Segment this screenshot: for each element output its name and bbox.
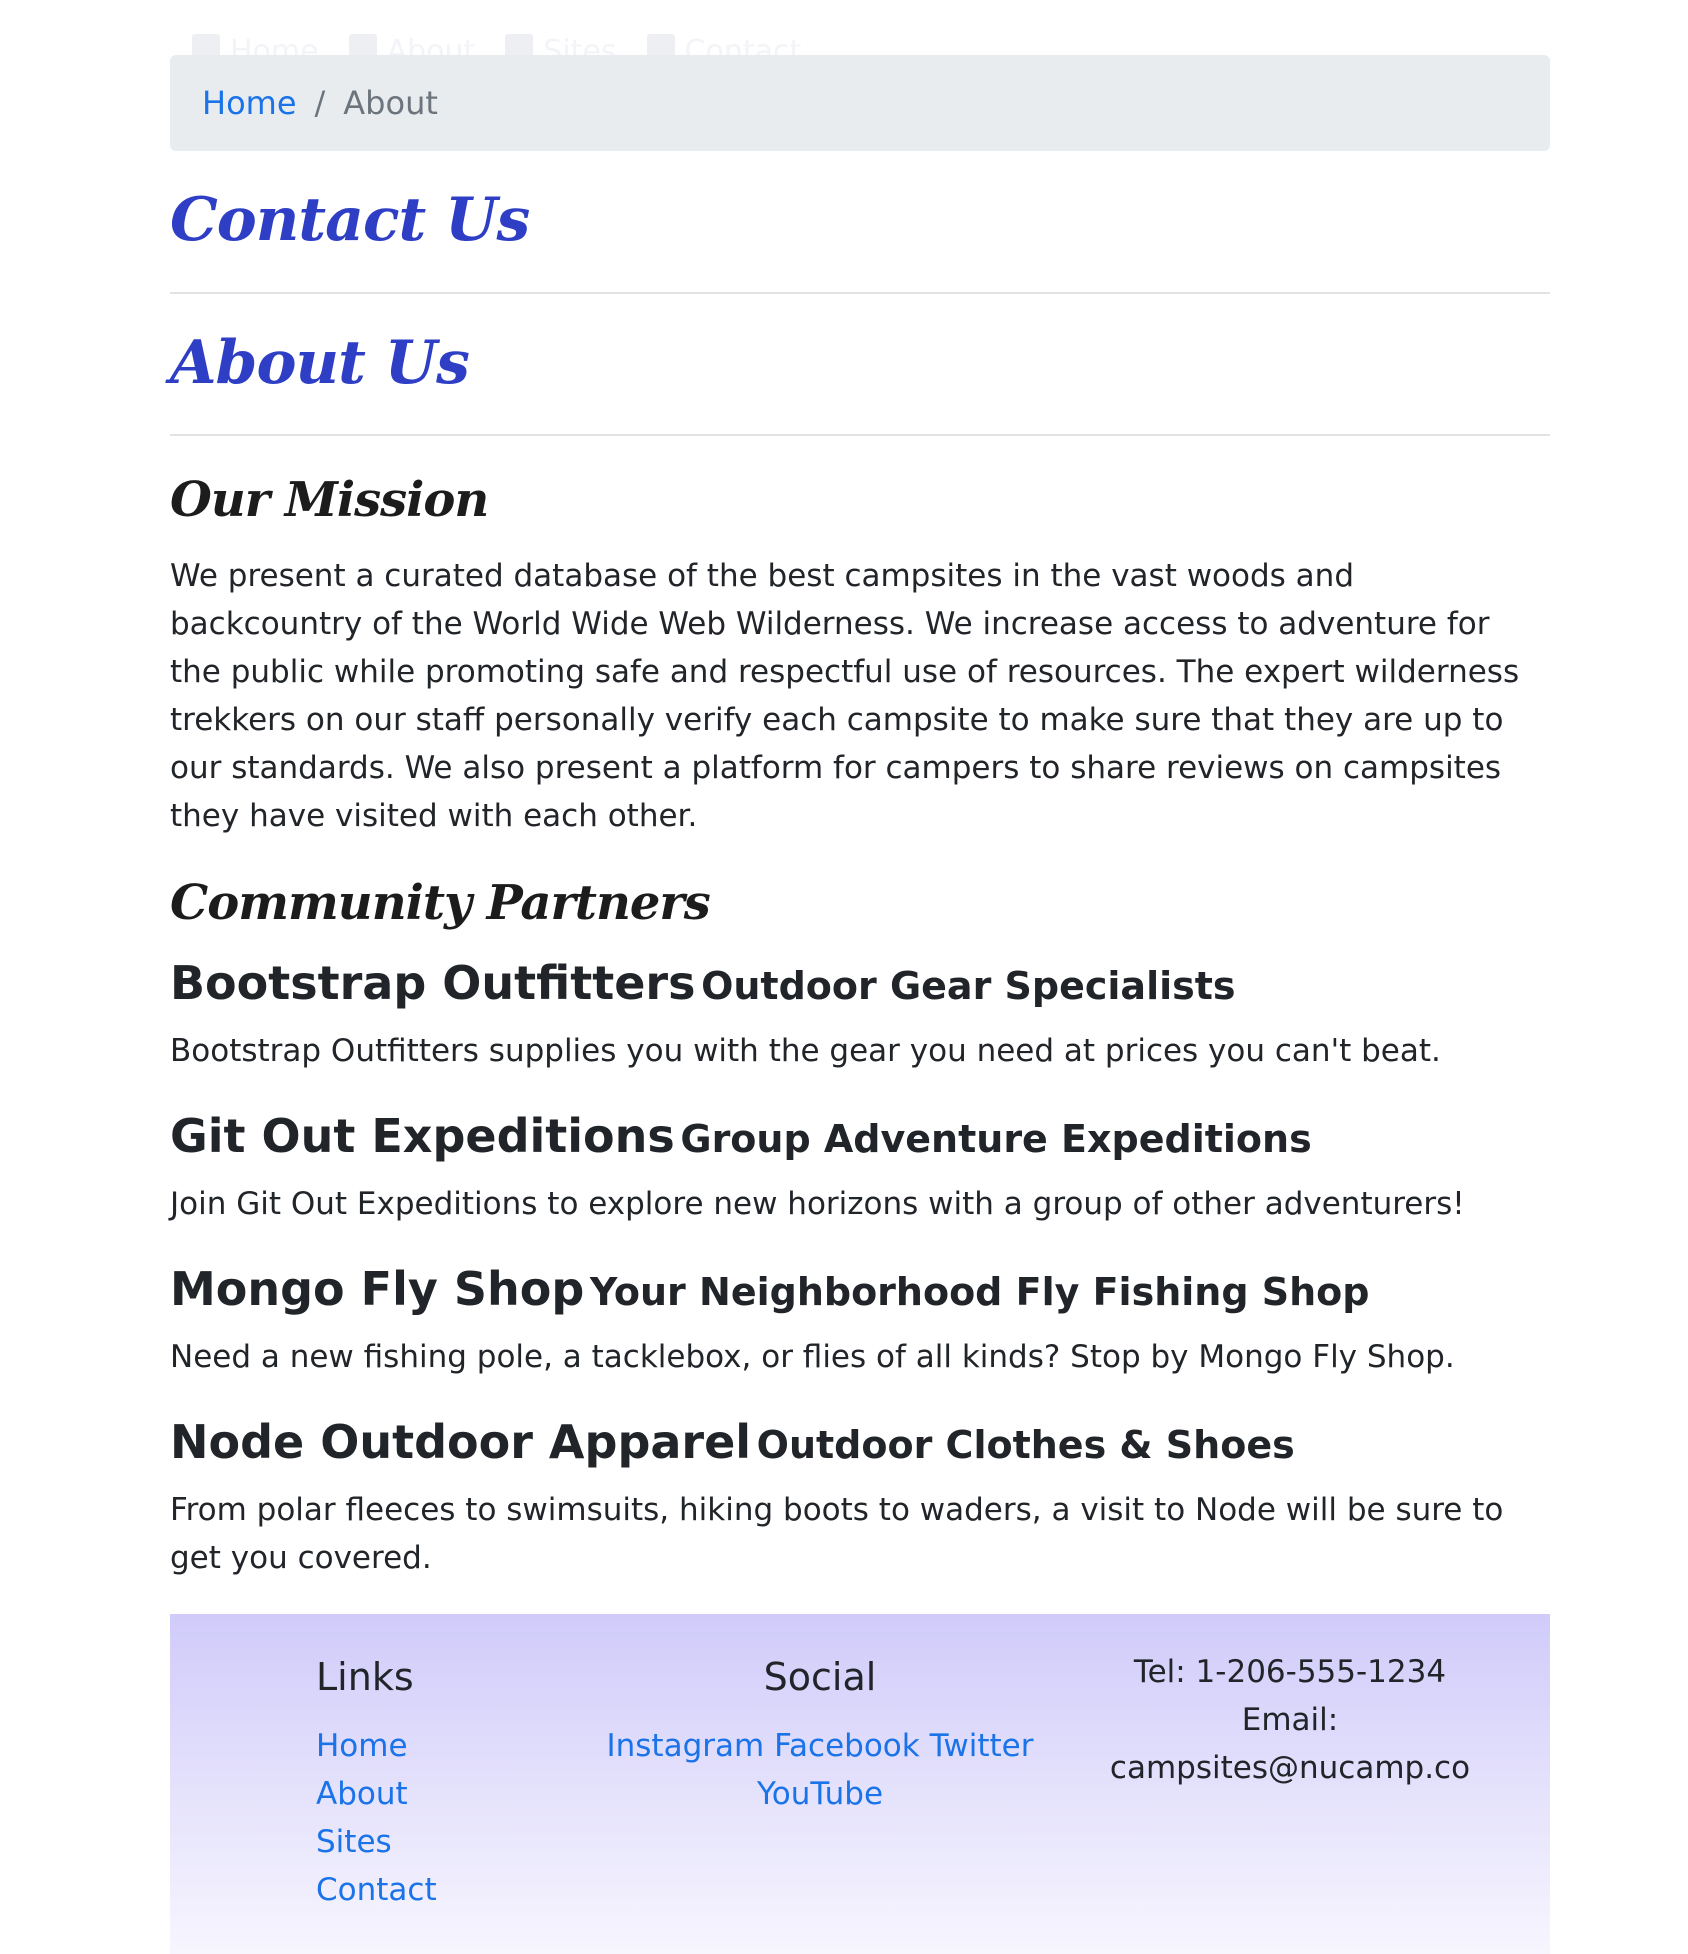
footer-links-section: Links Home About Sites Contact bbox=[316, 1658, 437, 1914]
list-item: About bbox=[316, 1770, 437, 1818]
list-item: Home bbox=[316, 1722, 437, 1770]
divider bbox=[170, 292, 1550, 294]
footer-social-links: Instagram Facebook Twitter YouTube bbox=[570, 1722, 1070, 1818]
footer-link-home[interactable]: Home bbox=[316, 1728, 408, 1764]
partner-bootstrap-outfitters: Bootstrap Outfitters Outdoor Gear Specia… bbox=[170, 958, 1550, 1075]
partner-mongo-fly-shop: Mongo Fly Shop Your Neighborhood Fly Fis… bbox=[170, 1264, 1550, 1381]
partner-heading: Bootstrap Outfitters Outdoor Gear Specia… bbox=[170, 958, 1550, 1009]
partner-git-out-expeditions: Git Out Expeditions Group Adventure Expe… bbox=[170, 1111, 1550, 1228]
partner-node-outdoor-apparel: Node Outdoor Apparel Outdoor Clothes & S… bbox=[170, 1417, 1550, 1582]
twitter-link[interactable]: Twitter bbox=[930, 1728, 1034, 1764]
mission-text: We present a curated database of the bes… bbox=[170, 558, 1520, 834]
divider bbox=[170, 434, 1550, 436]
footer-links-title: Links bbox=[316, 1655, 414, 1699]
partner-tagline: Your Neighborhood Fly Fishing Shop bbox=[589, 1270, 1370, 1314]
partner-heading: Mongo Fly Shop Your Neighborhood Fly Fis… bbox=[170, 1264, 1550, 1315]
community-partners-heading: Community Partners bbox=[170, 875, 711, 931]
our-mission-heading: Our Mission bbox=[170, 472, 489, 528]
facebook-link[interactable]: Facebook bbox=[774, 1728, 920, 1764]
partner-tagline: Outdoor Clothes & Shoes bbox=[756, 1423, 1295, 1467]
breadcrumb: Home / About bbox=[170, 55, 1550, 151]
footer-social-section: Social Instagram Facebook Twitter YouTub… bbox=[570, 1658, 1070, 1818]
partner-name: Bootstrap Outfitters bbox=[170, 956, 696, 1010]
footer-phone: Tel: 1-206-555-1234 bbox=[1133, 1654, 1447, 1690]
breadcrumb-separator: / bbox=[314, 84, 326, 122]
breadcrumb-home-link[interactable]: Home bbox=[202, 84, 297, 122]
footer-link-about[interactable]: About bbox=[316, 1776, 408, 1812]
footer-contact-section: Tel: 1-206-555-1234 Email: campsites@nuc… bbox=[1100, 1648, 1480, 1792]
instagram-link[interactable]: Instagram bbox=[606, 1728, 764, 1764]
partner-heading: Git Out Expeditions Group Adventure Expe… bbox=[170, 1111, 1550, 1162]
list-item: Sites bbox=[316, 1818, 437, 1866]
footer-links-list: Home About Sites Contact bbox=[316, 1722, 437, 1914]
footer-link-contact[interactable]: Contact bbox=[316, 1872, 437, 1908]
partner-tagline: Group Adventure Expeditions bbox=[680, 1117, 1312, 1161]
footer-email-label: Email: bbox=[1241, 1702, 1339, 1738]
list-item: Contact bbox=[316, 1866, 437, 1914]
footer-link-sites[interactable]: Sites bbox=[316, 1824, 392, 1860]
breadcrumb-current: About bbox=[343, 84, 438, 122]
site-footer: Links Home About Sites Contact Social In… bbox=[170, 1614, 1550, 1954]
partner-heading: Node Outdoor Apparel Outdoor Clothes & S… bbox=[170, 1417, 1550, 1468]
partner-description: Join Git Out Expeditions to explore new … bbox=[170, 1185, 1465, 1222]
youtube-link[interactable]: YouTube bbox=[757, 1776, 883, 1812]
footer-social-title: Social bbox=[763, 1655, 877, 1699]
partner-tagline: Outdoor Gear Specialists bbox=[701, 964, 1236, 1008]
footer-email: campsites@nucamp.co bbox=[1109, 1750, 1471, 1786]
partner-description: Need a new fishing pole, a tacklebox, or… bbox=[170, 1338, 1455, 1375]
partner-description: Bootstrap Outfitters supplies you with t… bbox=[170, 1032, 1441, 1069]
about-us-title: About Us bbox=[170, 328, 470, 398]
partner-name: Mongo Fly Shop bbox=[170, 1262, 585, 1316]
partner-description: From polar fleeces to swimsuits, hiking … bbox=[170, 1491, 1504, 1576]
contact-us-title: Contact Us bbox=[170, 185, 530, 255]
partner-name: Git Out Expeditions bbox=[170, 1109, 675, 1163]
partner-name: Node Outdoor Apparel bbox=[170, 1415, 752, 1469]
